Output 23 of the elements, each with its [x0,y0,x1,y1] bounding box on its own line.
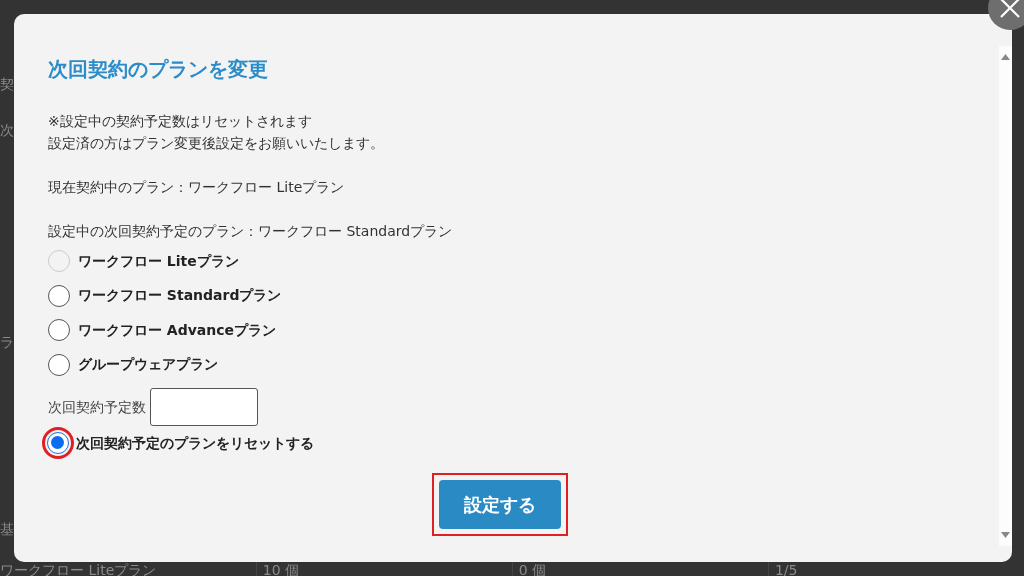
table-cell-text: ワークフロー Liteプラン [0,561,158,576]
radio-label[interactable]: グループウェアプラン [78,354,218,376]
radio-button[interactable] [48,353,70,376]
background-text: 基 [0,520,14,539]
current-plan-text: 現在契約中のプラン：ワークフロー Liteプラン [48,178,346,197]
notice-text: 設定済の方はプラン変更後設定をお願いいたします。 [48,134,385,153]
field-label: 次回契約予定数 [48,397,146,417]
radio-label: ワークフロー Liteプラン [78,251,239,271]
close-icon [999,0,1021,19]
scheduled-plan-text: 設定中の次回契約予定のプラン：ワークフロー Standardプラン [48,222,454,241]
radio-button[interactable] [48,319,70,342]
radio-button[interactable] [48,284,70,307]
notice-text: ※設定中の契約予定数はリセットされます [48,112,313,131]
radio-label[interactable]: ワークフロー Advanceプラン [78,319,277,341]
scrollbar[interactable] [999,46,1012,546]
submit-button[interactable]: 設定する [439,479,561,529]
input-field[interactable] [150,388,258,426]
radio-label[interactable]: 次回契約予定のプランをリセットする [76,432,314,454]
radio-label[interactable]: ワークフロー Standardプラン [78,285,282,307]
background-text: 契 [0,75,14,94]
background-text: ラ [0,333,14,352]
dialog-title: 次回契約のプランを変更 [48,56,269,83]
background-text: 次 [0,121,14,140]
